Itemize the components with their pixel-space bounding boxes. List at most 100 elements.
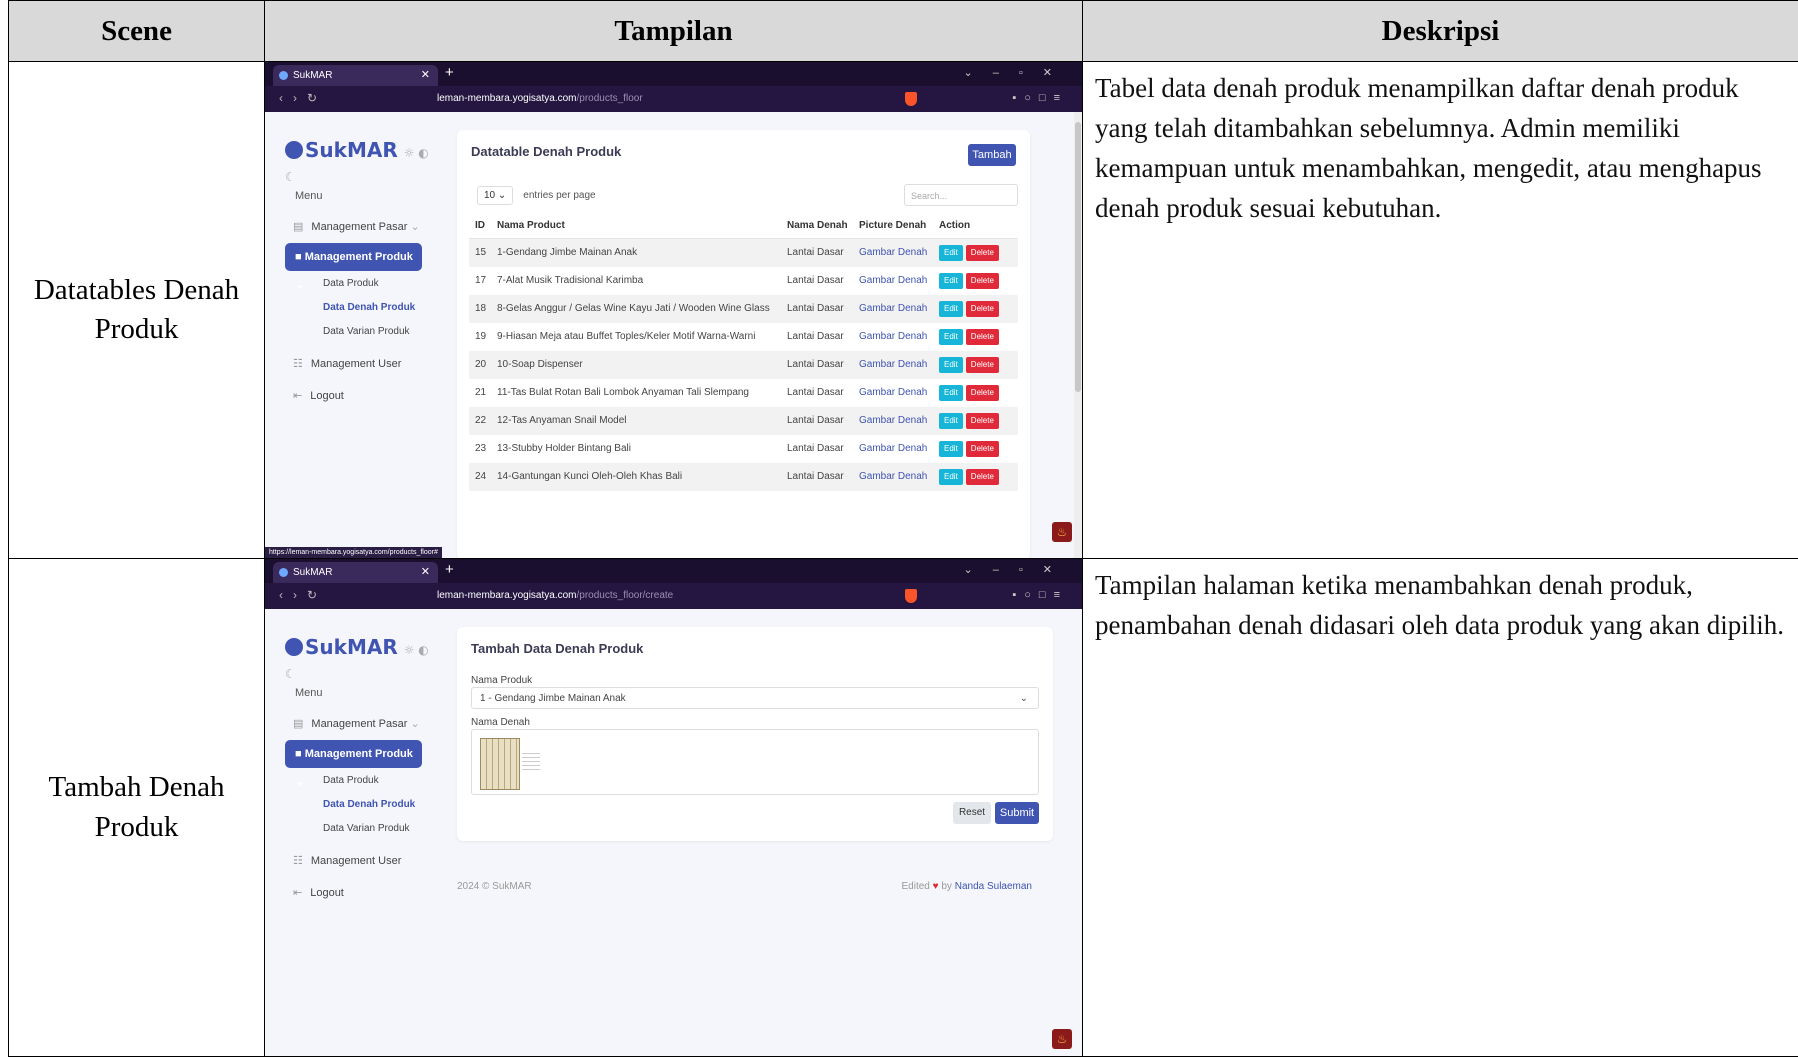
chevron-down-icon: ⌄: [1020, 688, 1028, 710]
delete-button[interactable]: Delete: [966, 301, 999, 317]
submenu-data-varian[interactable]: Data Varian Produk: [323, 823, 410, 834]
create-form-card: Tambah Data Denah Produk Nama Produk 1 -…: [457, 627, 1053, 841]
row-id: 17: [475, 267, 486, 295]
edit-button[interactable]: Edit: [939, 357, 963, 373]
col-name[interactable]: Nama Product: [497, 214, 565, 238]
edit-button[interactable]: Edit: [939, 469, 963, 485]
table-row: 199-Hiasan Meja atau Buffet Toples/Keler…: [469, 323, 1018, 351]
col-picture[interactable]: Picture Denah: [859, 214, 926, 238]
sidebar-item-pasar[interactable]: ▤Management Pasar ⌄: [293, 717, 420, 730]
brave-shield-icon[interactable]: [905, 92, 917, 106]
sidebar-item-pasar[interactable]: ▤Management Pasar ⌄: [293, 220, 420, 233]
sidebar-item-logout[interactable]: ⇤Logout: [293, 886, 344, 899]
close-tab-icon[interactable]: ✕: [421, 65, 430, 86]
delete-button[interactable]: Delete: [966, 413, 999, 429]
url-path: /products_floor/create: [577, 590, 674, 601]
app-page: SukMAR☼ ◐ ☾ Menu ▤Management Pasar ⌄ ■ M…: [265, 609, 1082, 1056]
edit-button[interactable]: Edit: [939, 273, 963, 289]
delete-button[interactable]: Delete: [966, 329, 999, 345]
sidebar-item-user[interactable]: ☷Management User: [293, 854, 401, 867]
row-picture-link[interactable]: Gambar Denah: [859, 323, 927, 351]
row-id: 23: [475, 435, 486, 463]
app-logo[interactable]: SukMAR☼ ◐ ☾: [285, 138, 440, 186]
submenu-data-denah[interactable]: Data Denah Produk: [323, 302, 415, 313]
fire-icon[interactable]: ♨: [1052, 522, 1072, 542]
row-actions: EditDelete: [939, 379, 999, 407]
row-id: 22: [475, 407, 486, 435]
edit-button[interactable]: Edit: [939, 245, 963, 261]
submenu-data-varian[interactable]: Data Varian Produk: [323, 326, 410, 337]
close-tab-icon[interactable]: ✕: [421, 562, 430, 583]
page-scrollbar[interactable]: [1074, 112, 1082, 558]
tambah-button[interactable]: Tambah: [968, 144, 1016, 166]
extensions-icon[interactable]: ▪○□≡: [1012, 92, 1068, 104]
row-denah-name: Lantai Dasar: [787, 295, 844, 323]
new-tab-icon[interactable]: +: [445, 64, 454, 81]
submenu-data-denah[interactable]: Data Denah Produk: [323, 799, 415, 810]
nav-buttons-icon[interactable]: ‹›↻: [279, 91, 327, 105]
sidebar-item-produk[interactable]: ■ Management Produk ⌄: [285, 243, 422, 271]
col-denah[interactable]: Nama Denah: [787, 214, 848, 238]
sidebar-item-label: Management Produk: [305, 748, 413, 760]
brave-shield-icon[interactable]: [905, 589, 917, 603]
chevron-down-icon: ⌄: [410, 221, 419, 233]
heart-icon: ♥: [933, 881, 939, 892]
row-picture-link[interactable]: Gambar Denah: [859, 351, 927, 379]
edit-button[interactable]: Edit: [939, 413, 963, 429]
extensions-icon[interactable]: ▪○□≡: [1012, 589, 1068, 601]
delete-button[interactable]: Delete: [966, 357, 999, 373]
edit-button[interactable]: Edit: [939, 441, 963, 457]
window-controls-icon[interactable]: ⌄–▫✕: [964, 66, 1072, 79]
sidebar-item-logout[interactable]: ⇤Logout: [293, 389, 344, 402]
sidebar-item-produk[interactable]: ■ Management Produk ⌄: [285, 740, 422, 768]
scroll-thumb[interactable]: [1075, 122, 1081, 392]
row-picture-link[interactable]: Gambar Denah: [859, 435, 927, 463]
submenu-data-produk[interactable]: Data Produk: [323, 278, 379, 289]
browser-tab[interactable]: SukMAR ✕: [273, 562, 438, 583]
fire-icon[interactable]: ♨: [1052, 1029, 1072, 1049]
delete-button[interactable]: Delete: [966, 245, 999, 261]
denah-image-field[interactable]: [471, 729, 1039, 795]
row-picture-link[interactable]: Gambar Denah: [859, 295, 927, 323]
entries-select[interactable]: 10 ⌄: [477, 186, 513, 205]
row-picture-link[interactable]: Gambar Denah: [859, 379, 927, 407]
url-bar[interactable]: leman-membara.yogisatya.com/products_flo…: [427, 587, 917, 605]
submit-button[interactable]: Submit: [995, 802, 1039, 824]
delete-button[interactable]: Delete: [966, 385, 999, 401]
table-row: 2212-Tas Anyaman Snail ModelLantai Dasar…: [469, 407, 1018, 435]
delete-button[interactable]: Delete: [966, 273, 999, 289]
footer-copyright: 2024 © SukMAR: [457, 881, 532, 892]
edit-button[interactable]: Edit: [939, 329, 963, 345]
app-logo[interactable]: SukMAR☼ ◐ ☾: [285, 635, 440, 683]
entries-control: 10 ⌄entries per page: [477, 186, 596, 205]
edit-button[interactable]: Edit: [939, 301, 963, 317]
card-title: Datatable Denah Produk: [471, 144, 621, 159]
search-input[interactable]: Search...: [904, 184, 1018, 206]
row-picture-link[interactable]: Gambar Denah: [859, 239, 927, 267]
browser-tab[interactable]: SukMAR ✕: [273, 65, 438, 86]
row-picture-link[interactable]: Gambar Denah: [859, 463, 927, 491]
row-product-name: 14-Gantungan Kunci Oleh-Oleh Khas Bali: [497, 463, 682, 491]
produk-select[interactable]: 1 - Gendang Jimbe Mainan Anak ⌄: [471, 687, 1039, 709]
edit-button[interactable]: Edit: [939, 385, 963, 401]
delete-button[interactable]: Delete: [966, 469, 999, 485]
tab-title: SukMAR: [293, 70, 332, 81]
row-id: 15: [475, 239, 486, 267]
url-bar[interactable]: leman-membara.yogisatya.com/products_flo…: [427, 90, 917, 108]
delete-button[interactable]: Delete: [966, 441, 999, 457]
label-nama-denah: Nama Denah: [471, 717, 530, 728]
row-picture-link[interactable]: Gambar Denah: [859, 267, 927, 295]
entries-value: 10: [484, 190, 495, 201]
reset-button[interactable]: Reset: [953, 802, 991, 824]
nav-buttons-icon[interactable]: ‹›↻: [279, 588, 327, 602]
scene-cell-2: Tambah Denah Produk: [9, 559, 265, 1057]
col-id[interactable]: ID: [475, 214, 485, 238]
submenu-data-produk[interactable]: Data Produk: [323, 775, 379, 786]
window-controls-icon[interactable]: ⌄–▫✕: [964, 563, 1072, 576]
row-product-name: 8-Gelas Anggur / Gelas Wine Kayu Jati / …: [497, 295, 770, 323]
footer-author-link[interactable]: Nanda Sulaeman: [955, 881, 1032, 892]
sidebar-item-user[interactable]: ☷Management User: [293, 357, 401, 370]
row-picture-link[interactable]: Gambar Denah: [859, 407, 927, 435]
logo-icon: [285, 638, 303, 656]
new-tab-icon[interactable]: +: [445, 561, 454, 578]
